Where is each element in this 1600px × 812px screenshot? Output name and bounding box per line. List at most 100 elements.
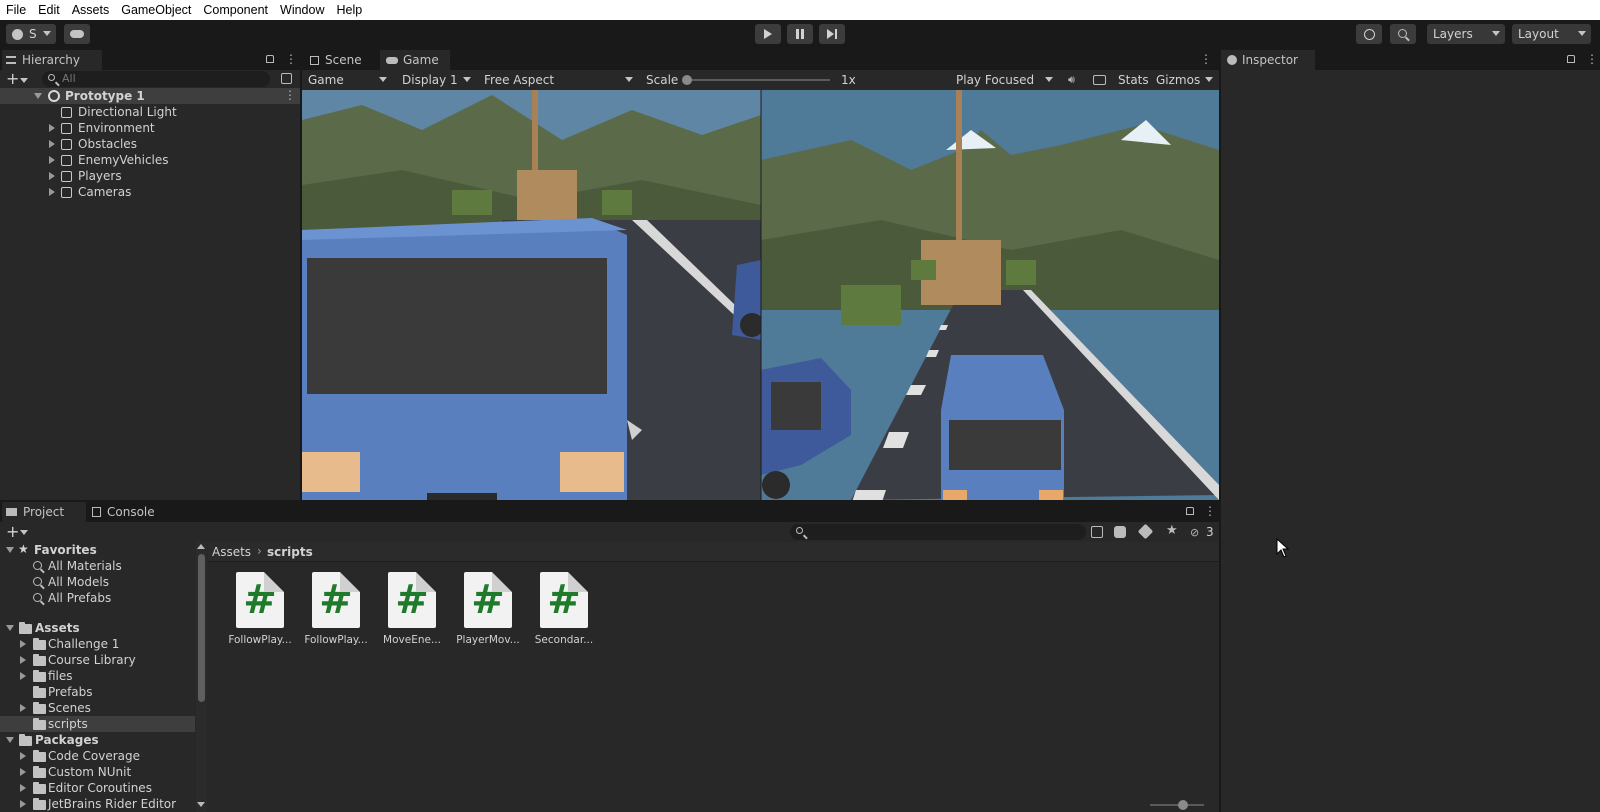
menu-component[interactable]: Component [197, 3, 274, 17]
hierarchy-create-button[interactable]: + [6, 71, 19, 87]
favorite-item[interactable]: All Prefabs [0, 590, 195, 606]
step-button[interactable] [819, 24, 845, 44]
script-asset[interactable]: # Secondar... [526, 572, 602, 652]
expand-arrow-icon[interactable] [20, 784, 26, 792]
menu-edit[interactable]: Edit [32, 3, 66, 17]
tab-inspector[interactable]: Inspector [1221, 50, 1315, 70]
favorite-item[interactable]: All Materials [0, 558, 195, 574]
tag-icon[interactable] [1137, 523, 1154, 540]
lock-icon[interactable] [266, 55, 274, 63]
collapse-arrow-icon[interactable] [34, 93, 42, 99]
menu-gameobject[interactable]: GameObject [115, 3, 197, 17]
scale-slider-handle[interactable] [682, 75, 692, 85]
favorite-item[interactable]: All Models [0, 574, 195, 590]
script-asset[interactable]: # FollowPlay... [298, 572, 374, 652]
menu-window[interactable]: Window [274, 3, 330, 17]
expand-arrow-icon[interactable] [20, 704, 26, 712]
scene-visibility-icon[interactable] [281, 73, 292, 84]
expand-arrow-icon[interactable] [49, 124, 55, 132]
tab-console[interactable]: Console [88, 502, 172, 522]
assets-folder-item[interactable]: Course Library [0, 652, 195, 668]
hidden-packages-icon[interactable]: ⊘ [1190, 526, 1199, 539]
undo-history-button[interactable] [1356, 24, 1382, 44]
scale-slider[interactable] [682, 75, 830, 85]
play-mode-dropdown[interactable]: Play Focused [950, 70, 1058, 90]
scroll-up-arrow-icon[interactable] [197, 544, 205, 549]
game-mode-dropdown[interactable]: Game [302, 70, 392, 90]
icon-size-slider-handle[interactable] [1178, 800, 1188, 810]
search-by-label-icon[interactable] [1114, 526, 1126, 538]
audio-icon[interactable]: 🔊︎ [1068, 73, 1075, 87]
collapse-arrow-icon[interactable] [6, 547, 14, 553]
display-dropdown[interactable]: Display 1 [396, 70, 476, 90]
scrollbar-thumb[interactable] [198, 554, 205, 702]
expand-arrow-icon[interactable] [49, 188, 55, 196]
assets-folder-item[interactable]: Scenes [0, 700, 195, 716]
layout-dropdown[interactable]: Layout [1512, 24, 1591, 44]
lock-icon[interactable] [1567, 55, 1575, 63]
play-button[interactable] [755, 24, 781, 44]
gizmos-dropdown[interactable]: Gizmos [1156, 70, 1218, 90]
scene-row[interactable]: Prototype 1 ⋮ [0, 88, 300, 104]
package-item[interactable]: JetBrains Rider Editor [0, 796, 195, 812]
more-options-icon[interactable]: ⋮ [1586, 52, 1598, 66]
menu-assets[interactable]: Assets [66, 3, 116, 17]
assets-folder-item[interactable]: files [0, 668, 195, 684]
tab-hierarchy[interactable]: Hierarchy [2, 50, 102, 70]
scroll-down-arrow-icon[interactable] [197, 802, 205, 807]
package-item[interactable]: Editor Coroutines [0, 780, 195, 796]
icon-size-slider[interactable] [1150, 800, 1204, 810]
search-by-type-icon[interactable] [1091, 526, 1103, 538]
more-options-icon[interactable]: ⋮ [1204, 504, 1216, 518]
hierarchy-row[interactable]: Environment [0, 120, 300, 136]
breadcrumb-scripts[interactable]: scripts [267, 545, 313, 559]
assets-folder-item[interactable]: Prefabs [0, 684, 195, 700]
game-render-view[interactable] [302, 90, 1219, 500]
folder-tree-scrollbar[interactable] [196, 542, 207, 812]
tab-project[interactable]: Project [2, 502, 86, 522]
breadcrumb-assets[interactable]: Assets [212, 545, 251, 559]
keyboard-icon[interactable] [1093, 75, 1106, 85]
expand-arrow-icon[interactable] [49, 140, 55, 148]
package-item[interactable]: Custom NUnit [0, 764, 195, 780]
expand-arrow-icon[interactable] [20, 672, 26, 680]
collapse-arrow-icon[interactable] [6, 737, 14, 743]
package-item[interactable]: Code Coverage [0, 748, 195, 764]
hierarchy-row[interactable]: EnemyVehicles [0, 152, 300, 168]
hierarchy-row[interactable]: Obstacles [0, 136, 300, 152]
expand-arrow-icon[interactable] [20, 800, 26, 808]
hierarchy-row[interactable]: Directional Light [0, 104, 300, 120]
packages-header[interactable]: Packages [0, 732, 195, 748]
assets-folder-item[interactable]: scripts [0, 716, 195, 732]
favorites-header[interactable]: ★ Favorites [0, 542, 195, 558]
project-create-button[interactable]: + [6, 522, 19, 541]
menu-file[interactable]: File [0, 3, 32, 17]
aspect-dropdown[interactable]: Free Aspect [478, 70, 638, 90]
tab-game[interactable]: Game [380, 50, 450, 70]
stats-button[interactable]: Stats [1118, 73, 1149, 87]
more-options-icon[interactable]: ⋮ [284, 88, 296, 102]
menu-help[interactable]: Help [330, 3, 368, 17]
collapse-arrow-icon[interactable] [6, 625, 14, 631]
account-button[interactable]: S [6, 24, 56, 44]
star-icon[interactable]: ★ [1166, 523, 1178, 538]
lock-icon[interactable] [1186, 507, 1194, 515]
hierarchy-row[interactable]: Cameras [0, 184, 300, 200]
more-options-icon[interactable]: ⋮ [1200, 52, 1212, 66]
search-button[interactable] [1390, 24, 1416, 44]
expand-arrow-icon[interactable] [20, 752, 26, 760]
project-search-input[interactable] [790, 524, 1086, 540]
more-options-icon[interactable]: ⋮ [285, 52, 297, 66]
pause-button[interactable] [787, 24, 813, 44]
hierarchy-row[interactable]: Players [0, 168, 300, 184]
script-asset[interactable]: # MoveEne... [374, 572, 450, 652]
expand-arrow-icon[interactable] [20, 640, 26, 648]
script-asset[interactable]: # PlayerMov... [450, 572, 526, 652]
script-asset[interactable]: # FollowPlay... [222, 572, 298, 652]
layers-dropdown[interactable]: Layers [1427, 24, 1505, 44]
assets-header[interactable]: Assets [0, 620, 195, 636]
hierarchy-search-input[interactable]: All [42, 71, 270, 87]
expand-arrow-icon[interactable] [49, 156, 55, 164]
assets-folder-item[interactable]: Challenge 1 [0, 636, 195, 652]
expand-arrow-icon[interactable] [20, 656, 26, 664]
